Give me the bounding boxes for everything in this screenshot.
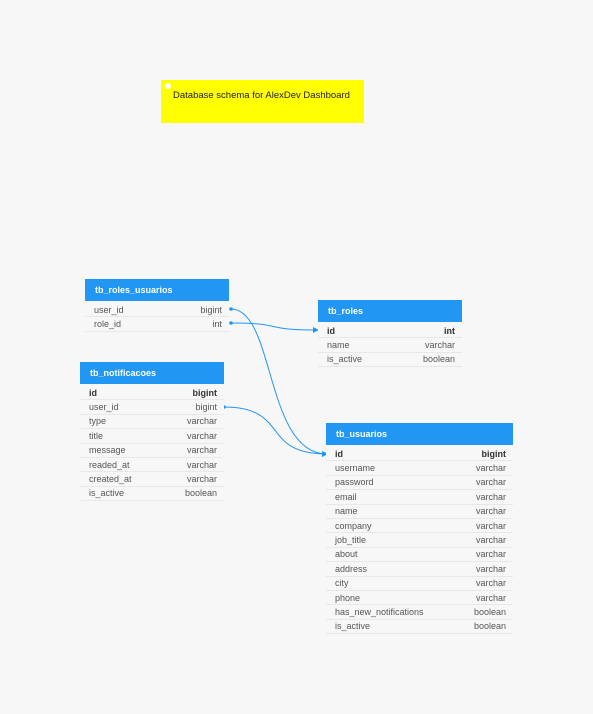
column-type: varchar [186, 459, 217, 470]
column-type: varchar [475, 463, 506, 474]
table-header[interactable]: tb_usuarios [326, 423, 513, 445]
column-type: boolean [473, 621, 506, 632]
table-header[interactable]: tb_notificacoes [80, 362, 224, 384]
column-name: id [335, 448, 343, 459]
note-dot-icon [165, 83, 171, 89]
column-name: user_id [94, 304, 124, 315]
column-name: company [335, 520, 372, 531]
column-name: created_at [89, 474, 132, 485]
column-row[interactable]: is_active boolean [318, 353, 462, 368]
column-type: bigint [192, 387, 218, 398]
column-name: city [335, 578, 349, 589]
column-name: has_new_notifications [335, 606, 424, 617]
table-header[interactable]: tb_roles_usuarios [85, 279, 229, 301]
column-row[interactable]: user_id bigint [85, 303, 229, 318]
column-name: title [89, 430, 104, 441]
column-name: password [335, 477, 374, 488]
table-tb-usuarios[interactable]: tb_usuarios id bigint username varchar passw… [326, 423, 513, 635]
column-row[interactable]: created_at varchar [80, 472, 224, 487]
column-name: is_active [335, 621, 371, 632]
column-row[interactable]: company varchar [326, 519, 513, 534]
column-type: varchar [475, 592, 506, 603]
column-row[interactable]: about varchar [326, 548, 513, 563]
column-row[interactable]: city varchar [326, 577, 513, 591]
column-row[interactable]: title varchar [80, 429, 224, 444]
column-name: user_id [89, 402, 119, 413]
column-type: varchar [475, 491, 506, 502]
column-type: boolean [422, 354, 455, 365]
column-row[interactable]: id bigint [326, 447, 513, 462]
column-row[interactable]: id bigint [80, 386, 224, 401]
column-type: bigint [195, 402, 217, 413]
column-type: varchar [186, 445, 217, 456]
column-name: phone [335, 592, 361, 603]
column-type: varchar [475, 477, 506, 488]
column-name: id [89, 387, 97, 398]
column-type: varchar [475, 535, 506, 546]
column-row[interactable]: user_id bigint [80, 400, 224, 415]
column-name: address [335, 563, 368, 574]
column-row[interactable]: readed_at varchar [80, 458, 224, 473]
column-name: readed_at [89, 459, 130, 470]
column-type: varchar [186, 474, 217, 485]
column-name: about [335, 549, 358, 560]
column-name: email [335, 491, 357, 502]
column-name: id [327, 325, 335, 336]
column-row[interactable]: password varchar [326, 476, 513, 491]
column-row[interactable]: type varchar [80, 415, 224, 430]
column-row[interactable]: id int [318, 324, 462, 339]
column-row[interactable]: phone varchar [326, 591, 513, 606]
column-type: int [212, 319, 222, 330]
column-row[interactable]: has_new_notifications boolean [326, 605, 513, 620]
column-row[interactable]: address varchar [326, 562, 513, 577]
column-row[interactable]: name varchar [326, 505, 513, 519]
table-header[interactable]: tb_roles [318, 300, 462, 322]
column-type: varchar [424, 340, 455, 351]
column-type: bigint [200, 304, 222, 315]
column-type: varchar [475, 506, 506, 517]
column-row[interactable]: username varchar [326, 461, 513, 476]
column-row[interactable]: job_title varchar [326, 533, 513, 548]
column-name: name [327, 340, 350, 351]
column-type: varchar [475, 549, 506, 560]
column-type: varchar [186, 430, 217, 441]
column-name: name [335, 506, 358, 517]
column-name: job_title [335, 535, 367, 546]
link-roles-usuarios-role-id-to-roles-id [230, 322, 319, 333]
column-row[interactable]: name varchar [318, 338, 462, 353]
table-tb-notificacoes[interactable]: tb_notificacoes id bigint user_id bigint typ… [80, 362, 224, 502]
column-row[interactable]: email varchar [326, 490, 513, 505]
column-type: varchar [475, 520, 506, 531]
column-name: type [89, 416, 107, 427]
column-row[interactable]: role_id int [85, 317, 229, 332]
column-type: varchar [475, 578, 506, 589]
column-type: varchar [475, 563, 506, 574]
column-name: username [335, 463, 376, 474]
column-row[interactable]: message varchar [80, 444, 224, 458]
schema-note[interactable]: Database schema for AlexDev Dashboard [161, 80, 364, 123]
table-tb-roles-usuarios[interactable]: tb_roles_usuarios user_id bigint role_id in… [85, 279, 229, 332]
column-type: bigint [481, 448, 507, 459]
column-type: boolean [184, 488, 217, 499]
link-roles-usuarios-user-id-to-usuarios-id [230, 308, 328, 457]
column-name: is_active [327, 354, 363, 365]
column-type: int [444, 325, 455, 336]
table-tb-roles[interactable]: tb_roles id int name varchar is_active boolea… [318, 300, 462, 368]
column-row[interactable]: is_active boolean [326, 620, 513, 635]
link-notificacoes-user-id-to-usuarios-id [223, 406, 328, 457]
column-name: is_active [89, 488, 125, 499]
note-text: Database schema for AlexDev Dashboard [173, 90, 350, 101]
column-type: varchar [186, 416, 217, 427]
column-row[interactable]: is_active boolean [80, 487, 224, 502]
column-type: boolean [473, 606, 506, 617]
column-name: message [89, 445, 126, 456]
column-name: role_id [94, 319, 122, 330]
